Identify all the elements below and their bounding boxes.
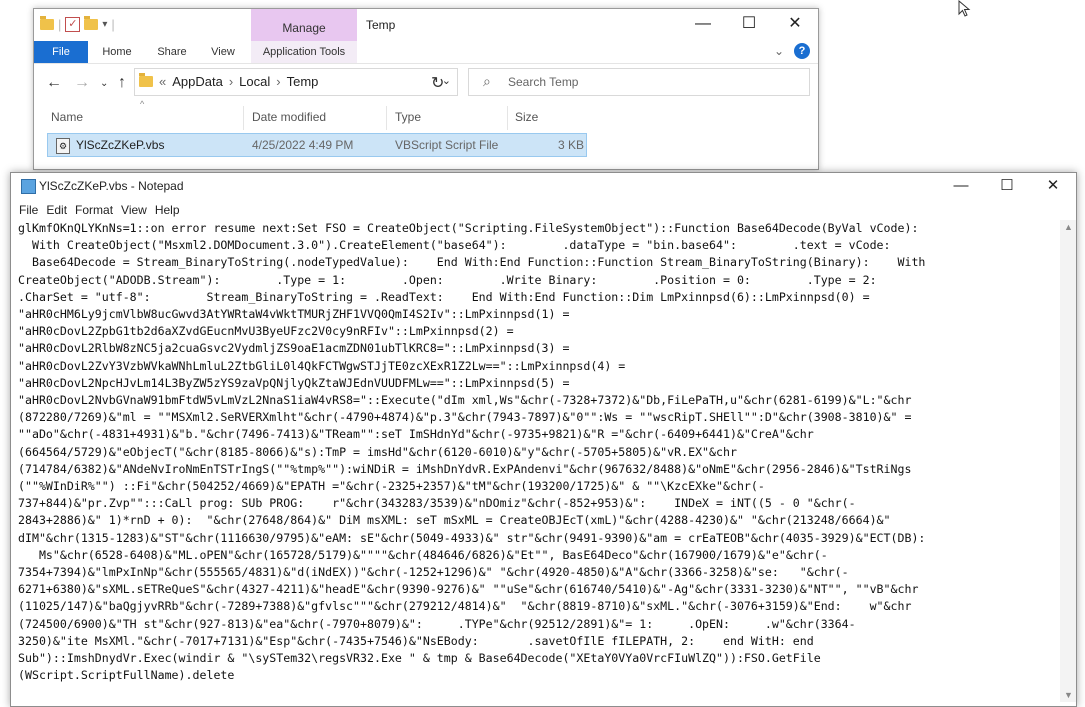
- column-date-modified[interactable]: Date modified: [252, 110, 326, 124]
- properties-icon[interactable]: ✓: [65, 17, 81, 32]
- up-arrow-icon[interactable]: ↑: [118, 74, 126, 92]
- breadcrumb-appdata[interactable]: AppData: [172, 74, 223, 89]
- ribbon-tabs: File Home Share View Application Tools ⌄…: [34, 41, 818, 64]
- file-size: 3 KB: [558, 138, 585, 152]
- forward-arrow-icon[interactable]: →: [74, 74, 90, 92]
- column-divider[interactable]: [243, 106, 244, 130]
- explorer-title: Temp: [366, 18, 396, 32]
- file-explorer-window: | ✓ ▾ | Manage Temp — ☐ ✕ File Home Shar…: [33, 8, 819, 170]
- sort-ascending-icon: ^: [140, 99, 145, 109]
- folder-icon: [139, 73, 153, 87]
- tab-view[interactable]: View: [208, 41, 238, 63]
- column-type[interactable]: Type: [395, 110, 421, 124]
- explorer-titlebar: | ✓ ▾ | Manage Temp — ☐ ✕: [34, 9, 818, 41]
- search-icon: ⌕: [483, 73, 491, 89]
- back-arrow-icon[interactable]: ←: [46, 74, 62, 92]
- search-input[interactable]: ⌕ Search Temp: [468, 68, 810, 96]
- search-placeholder: Search Temp: [508, 75, 579, 89]
- tab-application-tools[interactable]: Application Tools: [251, 41, 357, 63]
- help-icon[interactable]: ?: [794, 43, 810, 59]
- qat-divider: |: [58, 17, 62, 32]
- minimize-button[interactable]: —: [680, 9, 726, 41]
- menu-edit[interactable]: Edit: [46, 203, 67, 217]
- breadcrumb-separator: ›: [276, 74, 281, 89]
- maximize-button[interactable]: ☐: [726, 9, 772, 41]
- column-size[interactable]: Size: [515, 110, 538, 124]
- scroll-down-icon[interactable]: ▼: [1064, 690, 1073, 700]
- close-button[interactable]: ✕: [1030, 173, 1076, 201]
- quick-access-toolbar: | ✓ ▾ |: [40, 16, 115, 32]
- tab-file[interactable]: File: [34, 41, 88, 63]
- column-name[interactable]: Name: [51, 110, 83, 124]
- file-type: VBScript Script File: [395, 138, 499, 152]
- notepad-icon: [21, 179, 36, 194]
- maximize-button[interactable]: ☐: [984, 173, 1030, 201]
- file-name-cell: ⚙ YlScZcZKeP.vbs: [56, 138, 164, 154]
- tab-home[interactable]: Home: [98, 41, 136, 63]
- address-box[interactable]: « AppData › Local › Temp ⌄: [134, 68, 458, 96]
- manage-context-tab[interactable]: Manage: [251, 9, 357, 41]
- vbscript-file-icon: ⚙: [56, 138, 70, 154]
- menu-view[interactable]: View: [121, 203, 147, 217]
- new-folder-icon[interactable]: [84, 16, 99, 30]
- close-button[interactable]: ✕: [772, 9, 818, 41]
- qat-divider: |: [111, 17, 115, 32]
- notepad-title: YlScZcZKeP.vbs - Notepad: [39, 179, 184, 193]
- menu-help[interactable]: Help: [155, 203, 180, 217]
- tab-share[interactable]: Share: [154, 41, 190, 63]
- file-list-header: ^ Name Date modified Type Size: [34, 99, 818, 130]
- ribbon-right-controls: ⌄ ?: [774, 43, 810, 59]
- file-name: YlScZcZKeP.vbs: [76, 138, 165, 153]
- folder-icon: [40, 16, 54, 30]
- notepad-titlebar: YlScZcZKeP.vbs - Notepad — ☐ ✕: [11, 173, 1076, 201]
- file-date: 4/25/2022 4:49 PM: [252, 138, 354, 152]
- menu-format[interactable]: Format: [75, 203, 113, 217]
- recent-dropdown-icon[interactable]: ⌄: [100, 78, 108, 89]
- breadcrumb-local[interactable]: Local: [239, 74, 270, 89]
- chevron-down-icon[interactable]: ⌄: [774, 44, 784, 58]
- notepad-text-area[interactable]: glKmfOKnQLYKnNs=1::on error resume next:…: [18, 220, 1054, 702]
- file-row[interactable]: ⚙ YlScZcZKeP.vbs 4/25/2022 4:49 PM VBScri…: [47, 133, 587, 157]
- breadcrumb-overflow[interactable]: «: [159, 74, 166, 89]
- qat-dropdown-icon[interactable]: ▾: [102, 19, 107, 30]
- menu-file[interactable]: File: [19, 203, 38, 217]
- mouse-cursor-icon: [958, 0, 971, 17]
- column-divider[interactable]: [386, 106, 387, 130]
- vertical-scrollbar[interactable]: ▲ ▼: [1060, 220, 1076, 702]
- address-bar-row: ← → ⌄ ↑ « AppData › Local › Temp ⌄ ↻ ⌕ S…: [34, 64, 818, 102]
- column-divider[interactable]: [507, 106, 508, 130]
- scroll-up-icon[interactable]: ▲: [1064, 222, 1073, 232]
- minimize-button[interactable]: —: [938, 173, 984, 201]
- explorer-window-controls: — ☐ ✕: [680, 9, 818, 41]
- notepad-window-controls: — ☐ ✕: [938, 173, 1076, 201]
- refresh-icon[interactable]: ↻: [431, 73, 444, 93]
- notepad-menubar: File Edit Format View Help: [11, 203, 180, 217]
- notepad-window: YlScZcZKeP.vbs - Notepad — ☐ ✕ File Edit…: [10, 172, 1077, 707]
- breadcrumb: « AppData › Local › Temp: [139, 73, 319, 89]
- breadcrumb-temp[interactable]: Temp: [287, 74, 319, 89]
- breadcrumb-separator: ›: [228, 74, 234, 89]
